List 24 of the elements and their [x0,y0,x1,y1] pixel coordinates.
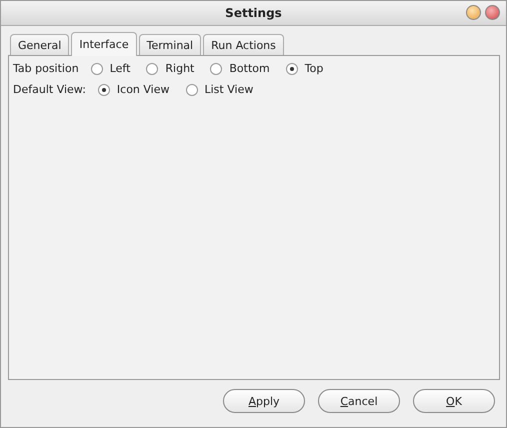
radio-option[interactable]: List View [186,83,254,96]
dialog-button[interactable]: OK [413,389,495,413]
close-button[interactable] [485,5,500,20]
tab[interactable]: Interface [71,32,137,56]
setting-label: Tab position [13,62,79,75]
window-title: Settings [225,6,282,20]
radio-option[interactable]: Left [90,62,130,75]
radio-icon[interactable] [186,84,198,96]
radio-option[interactable]: Bottom [210,62,270,75]
radio-icon[interactable] [98,84,110,96]
tab[interactable]: General [10,34,70,55]
dialog-button[interactable]: Apply [223,389,305,413]
tab[interactable]: Terminal [138,34,202,55]
radio-icon[interactable] [146,62,158,74]
radio-option[interactable]: Right [146,62,194,75]
radio-icon[interactable] [90,62,103,74]
radio-icon[interactable] [210,62,222,74]
radio-option[interactable]: Icon View [98,83,170,96]
setting-label: Default View: [13,83,86,96]
dialog-button[interactable]: Cancel [318,389,400,413]
minimize-button[interactable] [466,5,481,20]
radio-icon[interactable] [286,62,298,74]
radio-option[interactable]: Top [286,62,324,75]
tab[interactable]: Run Actions [203,34,284,55]
